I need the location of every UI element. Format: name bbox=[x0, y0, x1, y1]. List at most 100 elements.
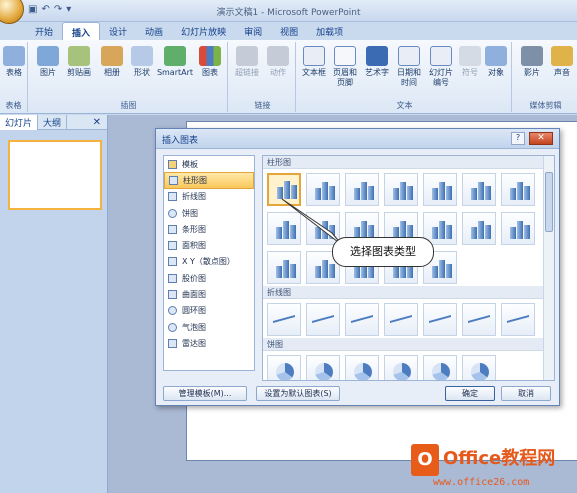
textbox-button[interactable]: 文本框 bbox=[300, 46, 328, 78]
chart-thumb-3d-line[interactable] bbox=[501, 303, 535, 336]
category-radar[interactable]: 雷达图 bbox=[164, 335, 254, 351]
folder-icon bbox=[168, 159, 177, 169]
slide-number-button[interactable]: 幻灯片编号 bbox=[426, 46, 456, 88]
object-button[interactable]: 对象 bbox=[484, 46, 508, 78]
powerpoint-window: ▣ ↶ ↷ ▾ 演示文稿1 - Microsoft PowerPoint 开始 … bbox=[0, 0, 577, 493]
chart-thumb-pie-of-pie[interactable] bbox=[345, 355, 379, 380]
surface-chart-icon bbox=[168, 290, 177, 300]
close-icon[interactable]: ✕ bbox=[529, 132, 553, 145]
category-templates[interactable]: 模板 bbox=[164, 156, 254, 172]
action-icon bbox=[267, 46, 289, 66]
group-tables: 表格 表格 bbox=[0, 42, 28, 112]
cancel-button[interactable]: 取消 bbox=[501, 386, 551, 401]
tab-slides[interactable]: 幻灯片 bbox=[0, 114, 39, 130]
slides-pane: 幻灯片 大纲 ✕ bbox=[0, 114, 108, 493]
table-icon bbox=[3, 46, 25, 66]
chart-thumb-100-line-markers[interactable] bbox=[462, 303, 496, 336]
tab-home[interactable]: 开始 bbox=[26, 22, 62, 40]
chart-thumb-3d-100-column[interactable] bbox=[462, 173, 496, 206]
slide-thumbnail[interactable] bbox=[8, 140, 102, 210]
tab-addins[interactable]: 加载项 bbox=[307, 22, 352, 40]
chart-thumb-cone-100[interactable] bbox=[501, 212, 535, 245]
chart-thumb-3d-exploded-pie[interactable] bbox=[423, 355, 457, 380]
smartart-button[interactable]: SmartArt bbox=[156, 46, 194, 78]
movie-button[interactable]: 影片 bbox=[518, 46, 546, 78]
category-scatter[interactable]: X Y（散点图） bbox=[164, 254, 254, 270]
office-logo-icon: O bbox=[411, 444, 439, 476]
gallery-row bbox=[263, 351, 554, 380]
column-chart-icon bbox=[169, 175, 178, 185]
tab-view[interactable]: 视图 bbox=[271, 22, 307, 40]
category-line[interactable]: 折线图 bbox=[164, 189, 254, 205]
watermark-logo: O Office教程网 www.office26.com bbox=[411, 440, 577, 493]
help-icon[interactable]: ? bbox=[511, 132, 525, 145]
title-bar: ▣ ↶ ↷ ▾ 演示文稿1 - Microsoft PowerPoint bbox=[0, 0, 577, 24]
speaker-icon bbox=[551, 46, 573, 66]
wordart-button[interactable]: 艺术字 bbox=[362, 46, 392, 78]
chart-thumb-3d-column[interactable] bbox=[501, 173, 535, 206]
clipart-button[interactable]: 剪贴画 bbox=[64, 46, 94, 78]
category-doughnut[interactable]: 圆环图 bbox=[164, 303, 254, 319]
album-button[interactable]: 相册 bbox=[98, 46, 126, 78]
line-chart-icon bbox=[168, 192, 177, 202]
close-icon[interactable]: ✕ bbox=[93, 117, 101, 128]
chart-thumb-pie[interactable] bbox=[267, 355, 301, 380]
group-text: 文本框 页眉和页脚 艺术字 日期和时间 幻灯片编号 符号 对象 文本 bbox=[298, 42, 512, 112]
chart-thumb-3d-pie[interactable] bbox=[306, 355, 340, 380]
category-column[interactable]: 柱形图 bbox=[164, 172, 254, 189]
hyperlink-button[interactable]: 超链接 bbox=[232, 46, 262, 78]
tab-animations[interactable]: 动画 bbox=[136, 22, 172, 40]
pane-tabs: 幻灯片 大纲 ✕ bbox=[0, 114, 107, 130]
slide-number-icon bbox=[430, 46, 452, 66]
action-button[interactable]: 动作 bbox=[264, 46, 292, 78]
category-area[interactable]: 面积图 bbox=[164, 237, 254, 253]
chart-thumb-bar-of-pie[interactable] bbox=[462, 355, 496, 380]
header-footer-button[interactable]: 页眉和页脚 bbox=[330, 46, 360, 88]
group-illustrations: 图片 剪贴画 相册 形状 SmartArt 图表 插图 bbox=[30, 42, 228, 112]
film-reel-icon bbox=[521, 46, 543, 66]
tab-design[interactable]: 设计 bbox=[100, 22, 136, 40]
category-stock[interactable]: 股价图 bbox=[164, 270, 254, 286]
manage-templates-button[interactable]: 管理模板(M)... bbox=[163, 386, 247, 401]
chart-thumb-line-markers[interactable] bbox=[384, 303, 418, 336]
doughnut-chart-icon bbox=[168, 306, 177, 316]
sound-button[interactable]: 声音 bbox=[548, 46, 576, 78]
chart-thumb-3d-cone[interactable] bbox=[267, 251, 301, 284]
category-bar[interactable]: 条形图 bbox=[164, 221, 254, 237]
chart-thumb-line[interactable] bbox=[267, 303, 301, 336]
chart-thumb-exploded-pie[interactable] bbox=[384, 355, 418, 380]
stock-chart-icon bbox=[168, 273, 177, 283]
tab-slideshow[interactable]: 幻灯片放映 bbox=[172, 22, 235, 40]
picture-button[interactable]: 图片 bbox=[34, 46, 62, 78]
shapes-icon bbox=[131, 46, 153, 66]
tab-review[interactable]: 审阅 bbox=[235, 22, 271, 40]
scroll-thumb[interactable] bbox=[545, 172, 553, 232]
chart-thumb-100-line[interactable] bbox=[345, 303, 379, 336]
radar-chart-icon bbox=[168, 338, 177, 348]
chart-thumb-3d-stacked-column[interactable] bbox=[423, 173, 457, 206]
chart-button[interactable]: 图表 bbox=[196, 46, 224, 78]
symbol-button[interactable]: 符号 bbox=[458, 46, 482, 78]
gallery-scrollbar[interactable] bbox=[543, 156, 554, 380]
datetime-button[interactable]: 日期和时间 bbox=[394, 46, 424, 88]
tab-outline[interactable]: 大纲 bbox=[38, 114, 68, 130]
annotation-callout: 选择图表类型 bbox=[332, 237, 434, 267]
wordart-icon bbox=[366, 46, 388, 66]
scatter-chart-icon bbox=[168, 257, 177, 267]
table-button[interactable]: 表格 bbox=[2, 46, 26, 78]
bubble-chart-icon bbox=[168, 322, 177, 332]
chart-thumb-stacked-line[interactable] bbox=[306, 303, 340, 336]
shapes-button[interactable]: 形状 bbox=[128, 46, 156, 78]
category-pie[interactable]: 饼图 bbox=[164, 205, 254, 221]
chart-gallery: 柱形图 折线图 饼图 bbox=[262, 155, 555, 381]
chart-thumb-cone-stacked[interactable] bbox=[462, 212, 496, 245]
category-bubble[interactable]: 气泡图 bbox=[164, 319, 254, 335]
category-surface[interactable]: 曲面图 bbox=[164, 286, 254, 302]
chart-thumb-3d-clustered-column[interactable] bbox=[384, 173, 418, 206]
tab-insert[interactable]: 插入 bbox=[62, 22, 101, 40]
chart-thumb-stacked-line-markers[interactable] bbox=[423, 303, 457, 336]
ok-button[interactable]: 确定 bbox=[445, 386, 495, 401]
object-icon bbox=[485, 46, 507, 66]
set-default-chart-button[interactable]: 设置为默认图表(S) bbox=[256, 386, 340, 401]
chart-thumb-100-stacked-column[interactable] bbox=[345, 173, 379, 206]
